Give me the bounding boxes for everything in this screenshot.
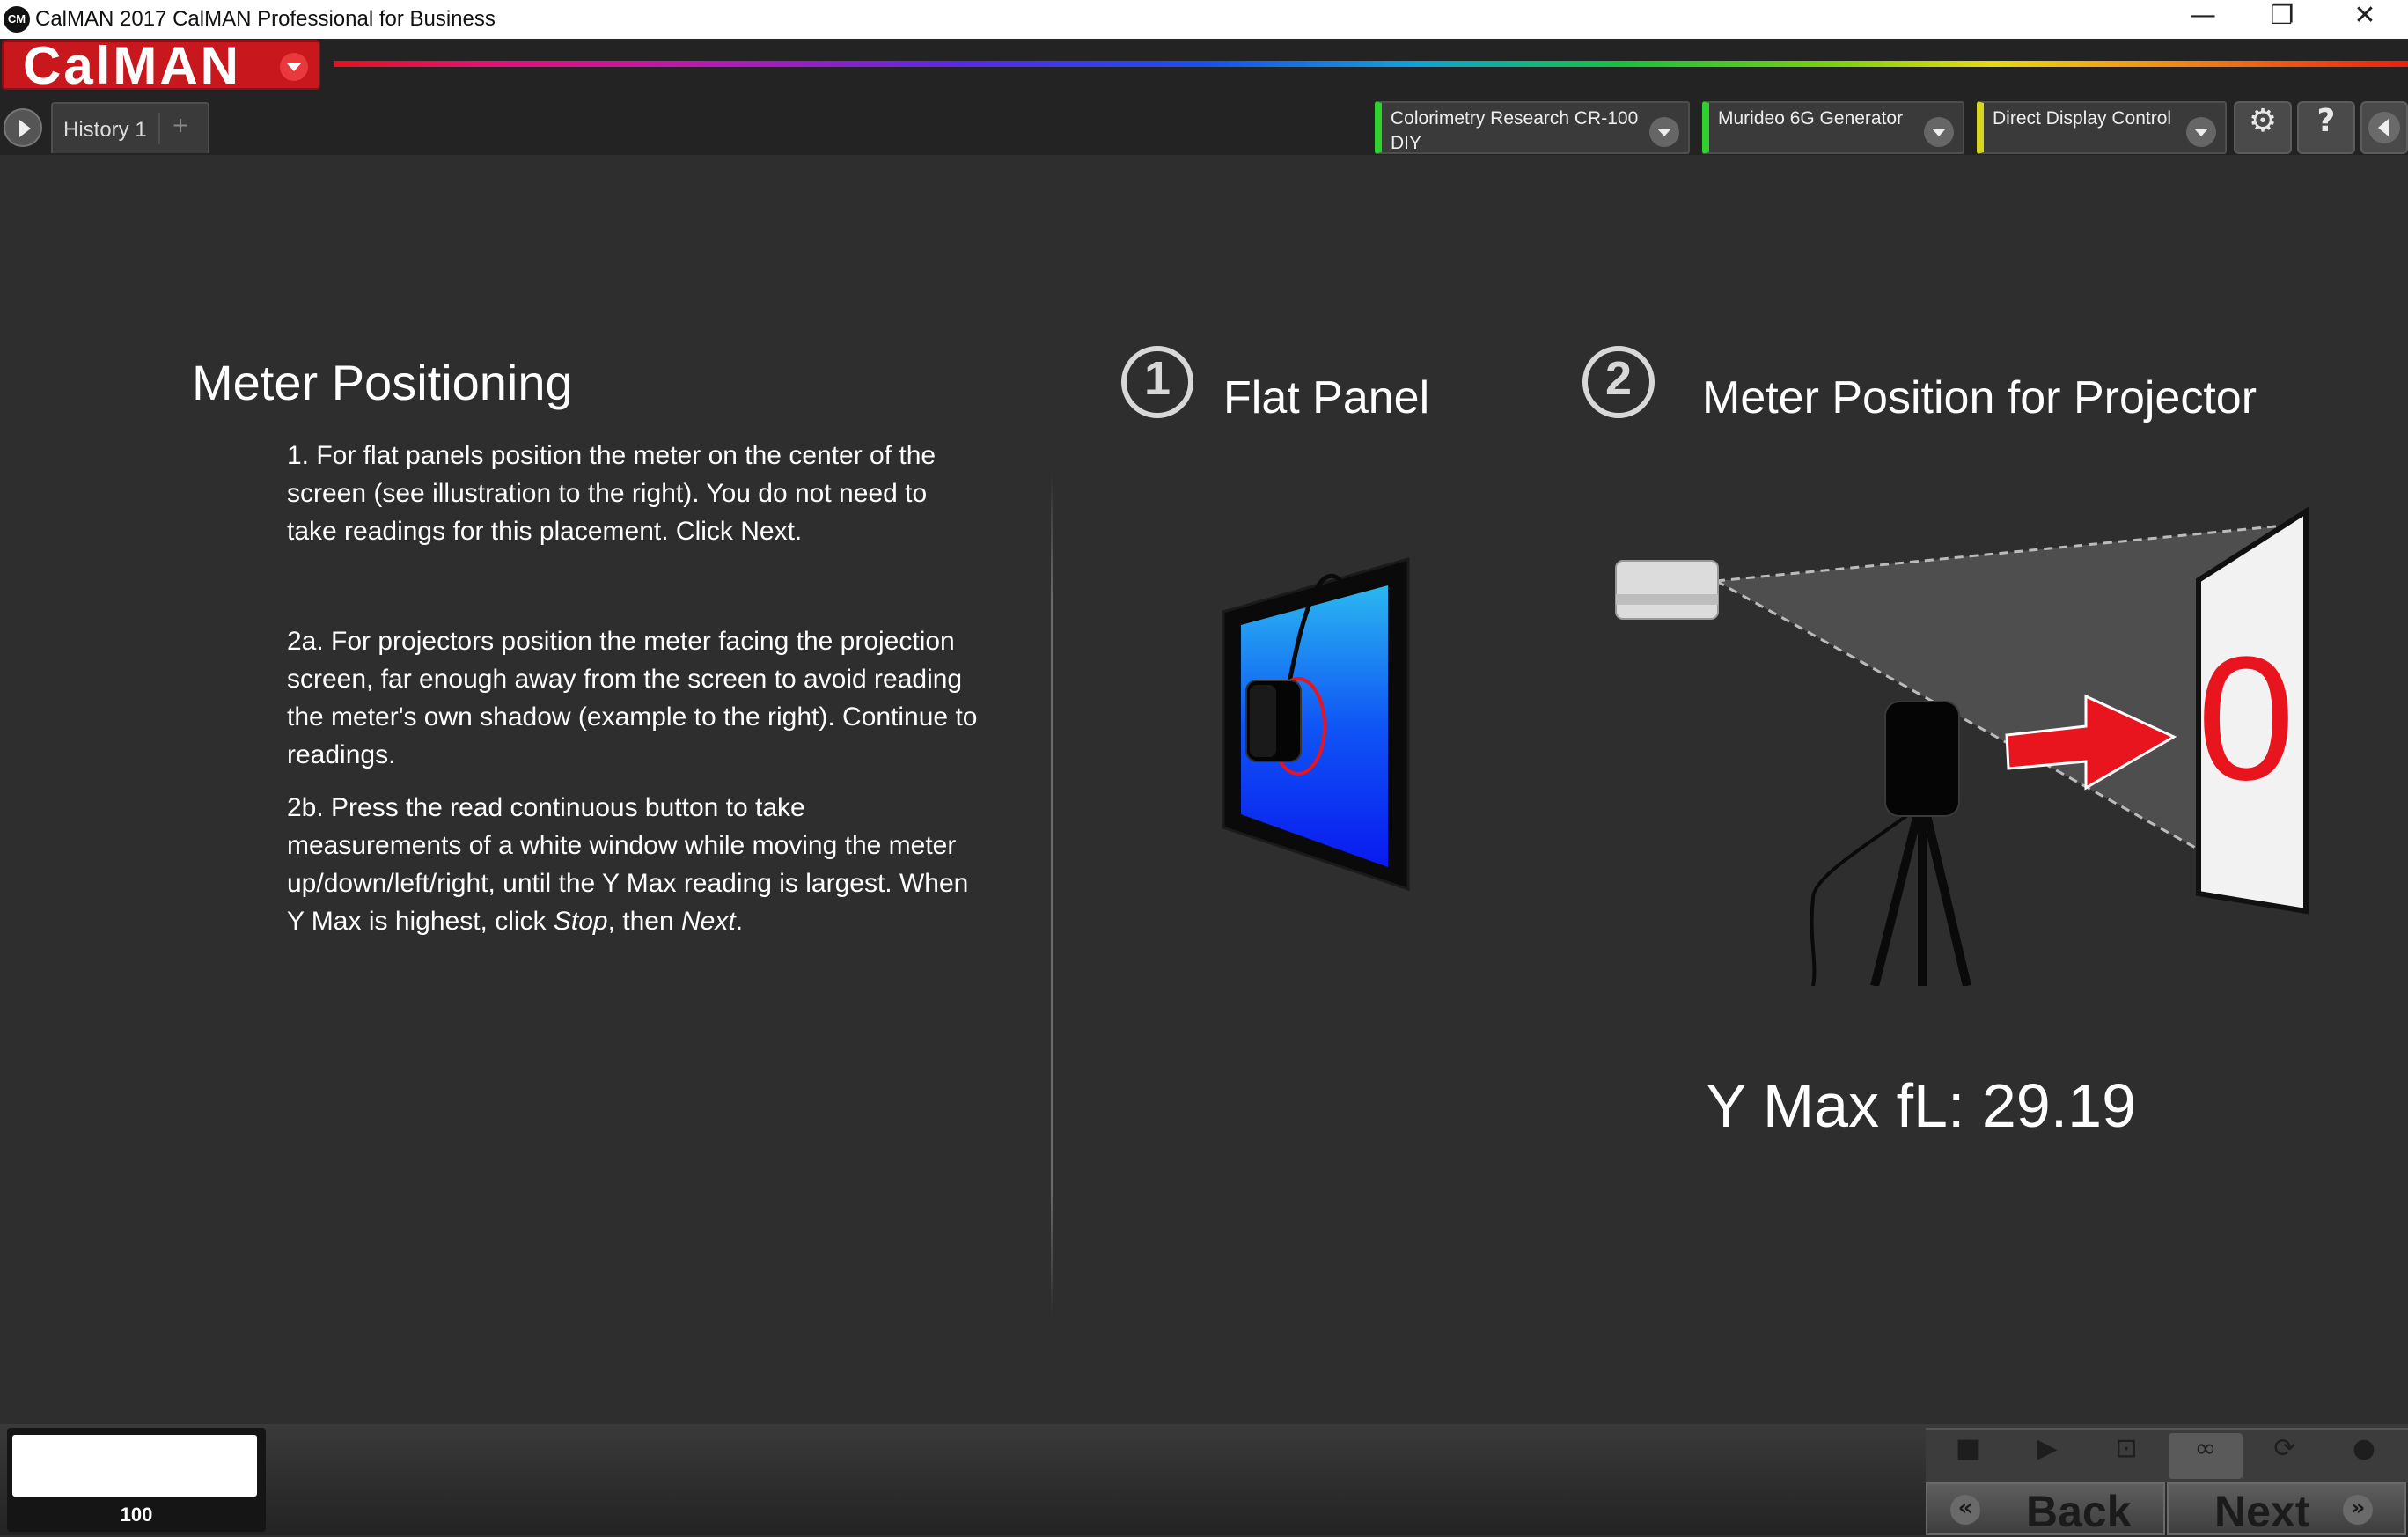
chevron-down-icon [1924, 117, 1954, 147]
flat-panel-title: Flat Panel [1223, 372, 1430, 423]
tab-label: History 1 [63, 118, 147, 142]
meter-device-selector[interactable]: Colorimetry Research CR-100 DIY [1375, 101, 1690, 154]
play-icon: ▶ [2037, 1433, 2058, 1464]
meter-device-label: Colorimetry Research CR-100 DIY [1391, 108, 1639, 153]
minimize-button[interactable]: — [2163, 0, 2243, 39]
instruction-step-2a: 2a. For projectors position the meter fa… [287, 627, 978, 769]
chevron-left-icon [2368, 112, 2400, 143]
stop-button[interactable]: ■ [1931, 1433, 2005, 1479]
step-1-badge: 1 [1121, 346, 1193, 418]
window-title: CalMAN 2017 CalMAN Professional for Busi… [35, 7, 496, 31]
stop-keyword: Stop [553, 907, 608, 936]
chevron-down-icon [1649, 117, 1679, 147]
chevron-down-icon [280, 53, 308, 81]
close-button[interactable]: ✕ [2325, 0, 2404, 39]
chevron-down-icon [2186, 117, 2216, 147]
display-device-selector[interactable]: Direct Display Control [1977, 101, 2227, 154]
play-button[interactable]: ▶ [2010, 1433, 2084, 1479]
single-read-button[interactable]: ⊡ [2089, 1433, 2163, 1479]
flat-panel-illustration [1222, 557, 1410, 892]
infinity-icon: ∞ [2194, 1433, 2217, 1464]
next-keyword: Next [681, 907, 736, 936]
help-button[interactable]: ? [2297, 101, 2355, 154]
app-icon: CM [4, 6, 30, 33]
instruction-step-2b: 2b. Press the read continuous button to … [287, 789, 982, 940]
refresh-button[interactable]: ⟳ [2248, 1433, 2322, 1479]
rainbow-divider [334, 61, 2408, 67]
next-label: Next [2214, 1487, 2310, 1536]
projector-illustration: 0 [1615, 506, 2309, 986]
instruction-connector: , then [607, 907, 682, 936]
calman-logo: CalMAN [23, 36, 242, 95]
help-icon: ? [2316, 103, 2336, 139]
instruction-step-1: 1. For flat panels position the meter on… [287, 441, 936, 546]
add-tab-button[interactable]: + [158, 113, 201, 144]
screen-zero-label: 0 [2197, 621, 2294, 817]
record-button[interactable]: ● [2327, 1433, 2401, 1479]
settings-button[interactable]: ⚙ [2234, 101, 2292, 154]
double-chevron-left-icon: « [1950, 1495, 1980, 1525]
expand-sidebar-button[interactable] [4, 108, 42, 147]
window-size-value: 100 [120, 1504, 153, 1526]
back-button[interactable]: « Back [1926, 1482, 2165, 1536]
back-label: Back [2026, 1487, 2132, 1536]
title-bar: CM CalMAN 2017 CalMAN Professional for B… [0, 0, 2408, 39]
read-continuous-button[interactable]: ∞ [2169, 1433, 2243, 1479]
next-button[interactable]: Next » [2167, 1482, 2406, 1536]
measurement-controls: ■ ▶ ⊡ ∞ ⟳ ● [1926, 1428, 2408, 1482]
double-chevron-right-icon: » [2343, 1495, 2373, 1525]
collapse-panel-button[interactable] [2360, 101, 2408, 154]
gear-icon: ⚙ [2248, 103, 2278, 139]
refresh-icon: ⟳ [2273, 1433, 2296, 1464]
stop-icon: ■ [1955, 1433, 1981, 1464]
step-2-badge: 2 [1582, 346, 1655, 418]
tab-history-1[interactable]: History 1 + [51, 102, 209, 153]
record-icon: ● [2352, 1433, 2376, 1464]
projector-title: Meter Position for Projector [1702, 372, 2258, 423]
calman-menu-button[interactable]: CalMAN [2, 36, 320, 95]
page-title: Meter Positioning [192, 355, 573, 410]
generator-device-selector[interactable]: Murideo 6G Generator [1702, 101, 1964, 154]
y-max-readout: Y Max fL: 29.19 [1706, 1071, 2137, 1140]
white-window-swatch [12, 1435, 257, 1497]
section-divider [1051, 472, 1053, 1317]
display-device-label: Direct Display Control [1993, 108, 2172, 129]
single-read-icon: ⊡ [2115, 1433, 2138, 1464]
generator-device-label: Murideo 6G Generator [1718, 108, 1904, 129]
restore-button[interactable]: ❐ [2243, 0, 2322, 39]
instruction-end: . [735, 907, 744, 936]
